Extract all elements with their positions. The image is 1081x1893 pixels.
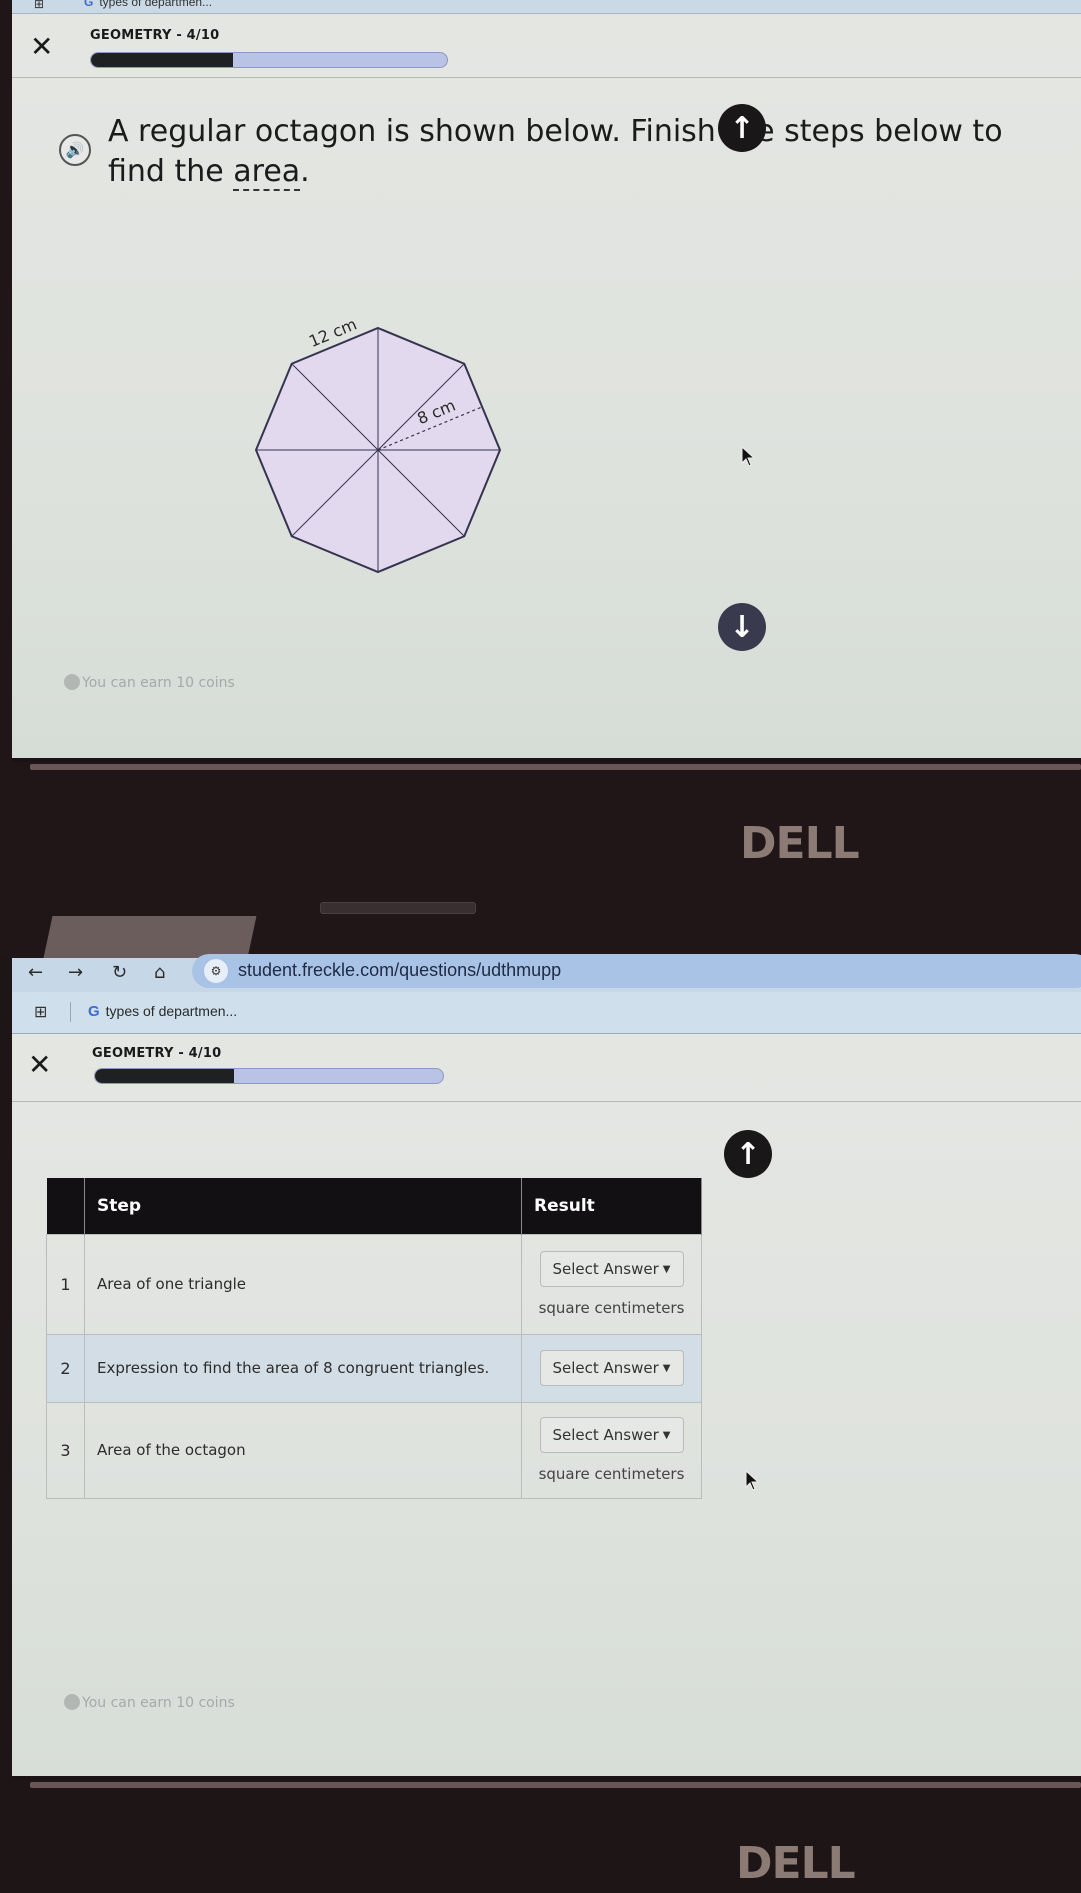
unit-label: square centimeters bbox=[538, 1465, 685, 1483]
google-icon: G bbox=[88, 1003, 100, 1020]
table-header-row: Step Result bbox=[46, 1178, 702, 1234]
bookmark-google-tab[interactable]: Gtypes of departmen... bbox=[88, 1003, 237, 1020]
question-text-end: . bbox=[300, 154, 310, 189]
header-number bbox=[46, 1178, 85, 1234]
result-cell: Select Answer ▼ bbox=[521, 1333, 702, 1403]
url-text[interactable]: student.freckle.com/questions/udthmupp bbox=[238, 960, 561, 981]
photo-bottom: ← → ↻ ⌂ ⚙ student.freckle.com/questions/… bbox=[0, 954, 1081, 1893]
progress-bar bbox=[90, 52, 448, 68]
unit-label: square centimeters bbox=[538, 1299, 685, 1317]
progress-bar-fill bbox=[95, 1069, 235, 1083]
octagon-svg: 12 cm 8 cm bbox=[254, 314, 502, 574]
step-number: 2 bbox=[46, 1333, 85, 1403]
dell-logo: DELL bbox=[736, 1838, 856, 1889]
bezel-edge bbox=[30, 764, 1081, 770]
back-icon[interactable]: ← bbox=[28, 962, 43, 983]
webcam-slot bbox=[320, 902, 476, 914]
address-bar[interactable]: ⚙ student.freckle.com/questions/udthmupp bbox=[192, 954, 1081, 988]
screen-bottom: ← → ↻ ⌂ ⚙ student.freckle.com/questions/… bbox=[12, 954, 1081, 1780]
scroll-up-button[interactable]: ↑ bbox=[718, 104, 766, 152]
step-number: 1 bbox=[46, 1233, 85, 1335]
scroll-up-button[interactable]: ↑ bbox=[724, 1130, 772, 1178]
bookmark-label: types of departmen... bbox=[105, 1003, 238, 1019]
caret-down-icon: ▼ bbox=[662, 1363, 671, 1374]
cursor-icon bbox=[745, 1470, 760, 1491]
steps-table: Step Result 1 Area of one triangle Selec… bbox=[46, 1178, 702, 1499]
quiz-title: GEOMETRY - 4/10 bbox=[92, 1046, 222, 1061]
select-answer-dropdown-1[interactable]: Select Answer ▼ bbox=[539, 1251, 684, 1287]
quiz-header: ✕ GEOMETRY - 4/10 bbox=[12, 14, 1081, 78]
coins-message: You can earn 10 coins bbox=[64, 1694, 235, 1711]
select-answer-dropdown-3[interactable]: Select Answer ▼ bbox=[539, 1417, 684, 1453]
photo-top: ⊞ Gtypes of departmen... ✕ GEOMETRY - 4/… bbox=[0, 0, 1081, 958]
cursor-icon bbox=[741, 446, 756, 467]
step-number: 3 bbox=[46, 1401, 85, 1499]
step-description: Area of one triangle bbox=[84, 1233, 522, 1335]
question-text: A regular octagon is shown below. Finish… bbox=[108, 112, 1018, 192]
table-row: 2 Expression to find the area of 8 congr… bbox=[46, 1333, 702, 1403]
header-step: Step bbox=[84, 1178, 522, 1234]
select-label: Select Answer bbox=[552, 1359, 659, 1377]
screen-top: ⊞ Gtypes of departmen... ✕ GEOMETRY - 4/… bbox=[12, 0, 1081, 762]
step-description: Area of the octagon bbox=[84, 1401, 522, 1499]
result-cell: Select Answer ▼ square centimeters bbox=[521, 1401, 702, 1499]
apps-icon[interactable]: ⊞ bbox=[34, 0, 44, 11]
caret-down-icon: ▼ bbox=[662, 1430, 671, 1441]
step-description: Expression to find the area of 8 congrue… bbox=[84, 1333, 522, 1403]
google-icon: G bbox=[84, 0, 94, 9]
caret-down-icon: ▼ bbox=[662, 1264, 671, 1275]
select-label: Select Answer bbox=[552, 1260, 659, 1278]
bookmarks-divider bbox=[70, 1002, 71, 1022]
hinge bbox=[43, 916, 257, 958]
select-answer-dropdown-2[interactable]: Select Answer ▼ bbox=[539, 1350, 684, 1386]
speaker-icon[interactable]: 🔊 bbox=[59, 134, 91, 166]
vocab-word-area[interactable]: area bbox=[233, 154, 301, 191]
forward-icon[interactable]: → bbox=[68, 962, 83, 983]
progress-bar bbox=[94, 1068, 444, 1084]
dell-logo: DELL bbox=[740, 818, 860, 869]
apps-icon[interactable]: ⊞ bbox=[34, 1002, 47, 1021]
close-icon[interactable]: ✕ bbox=[28, 1048, 51, 1081]
home-icon[interactable]: ⌂ bbox=[154, 962, 165, 983]
coins-text: You can earn 10 coins bbox=[82, 1695, 235, 1711]
bezel-edge bbox=[30, 1782, 1081, 1788]
quiz-title: GEOMETRY - 4/10 bbox=[90, 28, 220, 43]
reload-icon[interactable]: ↻ bbox=[112, 962, 127, 983]
select-label: Select Answer bbox=[552, 1426, 659, 1444]
bookmarks-bar-partial: ⊞ Gtypes of departmen... bbox=[12, 0, 1081, 14]
bookmarks-bar: ⊞ Gtypes of departmen... bbox=[12, 992, 1081, 1034]
table-row: 3 Area of the octagon Select Answer ▼ squ… bbox=[46, 1401, 702, 1499]
octagon-figure: 12 cm 8 cm bbox=[248, 314, 508, 578]
arrow-up-icon: ↑ bbox=[735, 1136, 761, 1172]
coins-text: You can earn 10 coins bbox=[82, 675, 235, 691]
progress-bar-fill bbox=[91, 53, 234, 67]
browser-toolbar: ← → ↻ ⌂ ⚙ student.freckle.com/questions/… bbox=[12, 954, 1081, 992]
arrow-down-icon: ↓ bbox=[729, 609, 755, 645]
coins-message: You can earn 10 coins bbox=[64, 674, 235, 691]
quiz-header: ✕ GEOMETRY - 4/10 bbox=[12, 1034, 1081, 1102]
bookmark-google-tab[interactable]: Gtypes of departmen... bbox=[84, 0, 212, 9]
close-icon[interactable]: ✕ bbox=[30, 30, 53, 63]
bookmark-label: types of departmen... bbox=[99, 0, 213, 9]
site-settings-icon[interactable]: ⚙ bbox=[204, 959, 228, 983]
coin-icon bbox=[64, 674, 80, 690]
table-row: 1 Area of one triangle Select Answer ▼ sq… bbox=[46, 1233, 702, 1335]
coin-icon bbox=[64, 1694, 80, 1710]
header-result: Result bbox=[521, 1178, 702, 1234]
result-cell: Select Answer ▼ square centimeters bbox=[521, 1233, 702, 1335]
scroll-down-button[interactable]: ↓ bbox=[718, 603, 766, 651]
arrow-up-icon: ↑ bbox=[729, 110, 755, 146]
